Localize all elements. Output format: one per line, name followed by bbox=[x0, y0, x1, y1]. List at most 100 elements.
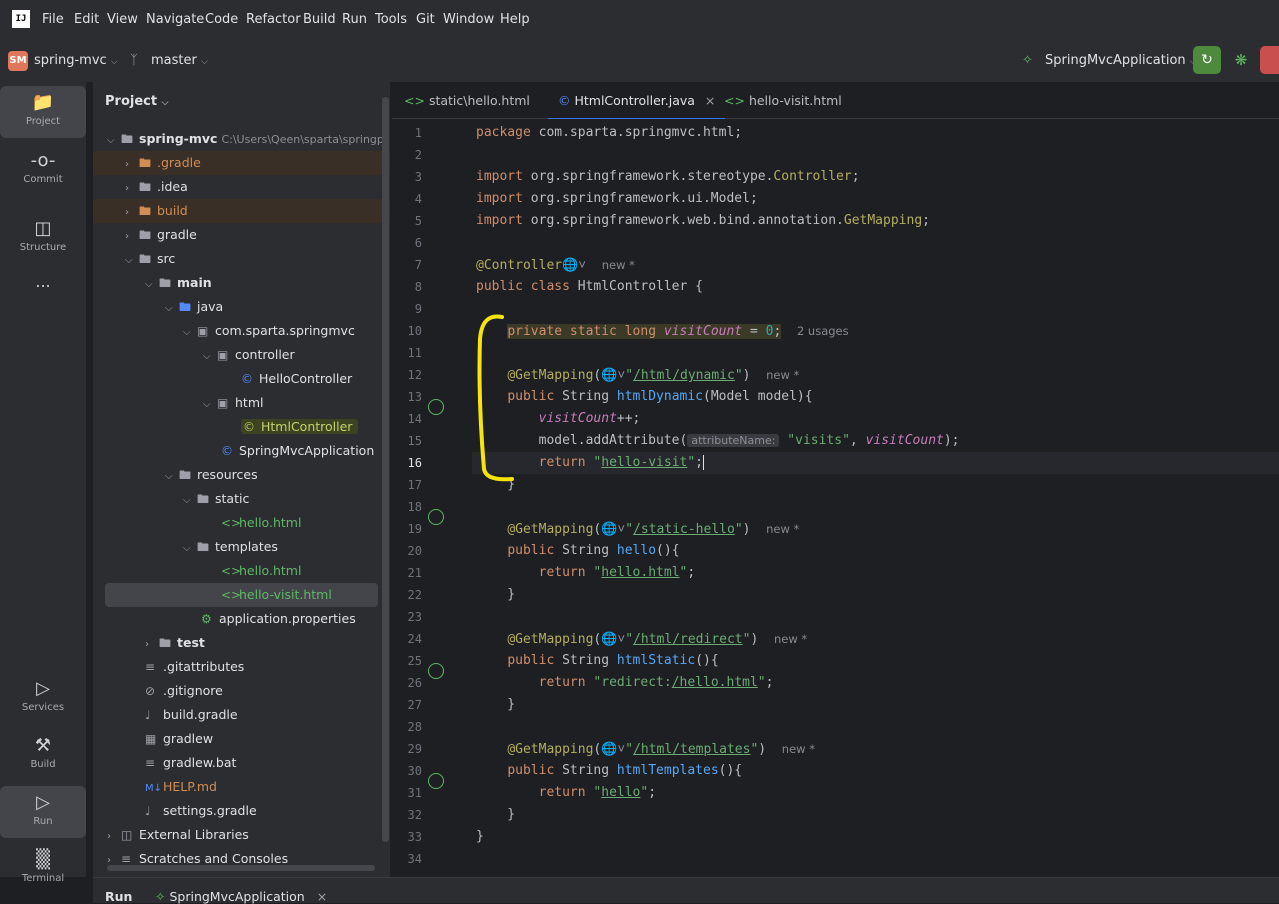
line-number[interactable]: 23 bbox=[392, 606, 422, 628]
tree-item-gitignore[interactable]: ⊘ .gitignore bbox=[93, 679, 390, 703]
tree-item-external-libraries[interactable]: › ◫ External Libraries bbox=[93, 823, 390, 847]
code-editor[interactable]: package com.sparta.springmvc.html; impor… bbox=[472, 119, 1279, 877]
line-number[interactable]: 11 bbox=[392, 342, 422, 364]
request-mapping-gutter-icon[interactable] bbox=[428, 663, 444, 679]
request-mapping-gutter-icon[interactable] bbox=[428, 509, 444, 525]
tree-item-build[interactable]: › 🖿 build bbox=[93, 199, 390, 223]
line-number[interactable]: 27 bbox=[392, 694, 422, 716]
tree-item-help-md[interactable]: M↓HELP.md bbox=[93, 775, 390, 799]
tree-item-test[interactable]: › 🖿 test bbox=[93, 631, 390, 655]
menu-window[interactable]: Window bbox=[443, 12, 494, 27]
tree-item-hello-visit-html[interactable]: <>hello-visit.html bbox=[105, 583, 378, 607]
line-number[interactable]: 6 bbox=[392, 232, 422, 254]
line-number[interactable]: 22 bbox=[392, 584, 422, 606]
tree-item-html[interactable]: ⌵ ▣ html bbox=[93, 391, 390, 415]
line-number[interactable]: 32 bbox=[392, 804, 422, 826]
line-number[interactable]: 26 bbox=[392, 672, 422, 694]
tree-item-gradle-hidden[interactable]: › 🖿 .gradle bbox=[93, 151, 390, 175]
menu-refactor[interactable]: Refactor bbox=[246, 12, 301, 27]
line-number[interactable]: 29 bbox=[392, 738, 422, 760]
menu-navigate[interactable]: Navigate bbox=[146, 12, 204, 27]
debug-icon[interactable]: ❋ bbox=[1230, 49, 1252, 71]
tree-item-gradlew[interactable]: ▦ gradlew bbox=[93, 727, 390, 751]
line-number[interactable]: 8 bbox=[392, 276, 422, 298]
line-number[interactable]: 12 bbox=[392, 364, 422, 386]
menu-code[interactable]: Code bbox=[205, 12, 238, 27]
tree-item-java[interactable]: ⌵ 🖿 java bbox=[93, 295, 390, 319]
line-number[interactable]: 3 bbox=[392, 166, 422, 188]
tree-item-build-gradle[interactable]: ♩ build.gradle bbox=[93, 703, 390, 727]
tree-item-src[interactable]: ⌵ 🖿 src bbox=[93, 247, 390, 271]
tree-item-main[interactable]: ⌵ 🖿 main bbox=[93, 271, 390, 295]
line-number[interactable]: 17 bbox=[392, 474, 422, 496]
tab-htmlcontroller-java[interactable]: © HtmlController.java × bbox=[548, 82, 726, 120]
tool-structure[interactable]: ◫ Structure bbox=[0, 218, 86, 253]
tree-item-gradlew-bat[interactable]: ≡ gradlew.bat bbox=[93, 751, 390, 775]
rerun-button[interactable]: ↻ bbox=[1193, 46, 1221, 74]
tool-build[interactable]: ⚒ Build bbox=[0, 735, 86, 770]
tool-project[interactable]: 📁 Project bbox=[0, 86, 86, 138]
tree-item-static-hello-html[interactable]: <>hello.html bbox=[93, 511, 390, 535]
tree-item-gitattributes[interactable]: ≡ .gitattributes bbox=[93, 655, 390, 679]
tool-terminal[interactable]: ▒ Terminal bbox=[0, 849, 86, 884]
line-number[interactable]: 14 bbox=[392, 408, 422, 430]
tree-item-resources[interactable]: ⌵ 🖿 resources bbox=[93, 463, 390, 487]
line-number[interactable]: 20 bbox=[392, 540, 422, 562]
tree-item-settings-gradle[interactable]: ♩ settings.gradle bbox=[93, 799, 390, 823]
tree-item-templates[interactable]: ⌵ 🖿 templates bbox=[93, 535, 390, 559]
more-tools-button[interactable]: ... bbox=[0, 272, 86, 291]
tool-run[interactable]: ▷ Run bbox=[0, 786, 86, 838]
tree-item-idea[interactable]: › 🖿 .idea bbox=[93, 175, 390, 199]
project-selector[interactable]: spring-mvc ⌵ bbox=[34, 53, 118, 68]
app-logo-icon[interactable]: IJ bbox=[12, 10, 30, 28]
menu-build[interactable]: Build bbox=[303, 12, 336, 27]
tree-item-hellocontroller[interactable]: © HelloController bbox=[93, 367, 390, 391]
run-config-selector[interactable]: SpringMvcApplication ⌵ bbox=[1045, 53, 1197, 68]
branch-selector[interactable]: master ⌵ bbox=[151, 53, 208, 68]
tree-item-templates-hello-html[interactable]: <>hello.html bbox=[93, 559, 390, 583]
line-number[interactable]: 1 bbox=[392, 122, 422, 144]
project-horizontal-scrollbar[interactable] bbox=[107, 865, 375, 871]
tree-item-htmlcontroller[interactable]: © HtmlController bbox=[93, 415, 390, 439]
line-number[interactable]: 4 bbox=[392, 188, 422, 210]
project-panel-title[interactable]: Project ⌵ bbox=[105, 94, 168, 109]
tree-item-springmvcapplication[interactable]: © SpringMvcApplication bbox=[93, 439, 390, 463]
line-number[interactable]: 21 bbox=[392, 562, 422, 584]
tool-services[interactable]: ▷ Services bbox=[0, 678, 86, 713]
tab-hello-visit-html[interactable]: <> hello-visit.html bbox=[724, 82, 842, 118]
line-number[interactable]: 34 bbox=[392, 848, 422, 870]
line-number[interactable]: 31 bbox=[392, 782, 422, 804]
tab-static-hello-html[interactable]: <> static\hello.html bbox=[404, 82, 530, 118]
menu-git[interactable]: Git bbox=[416, 12, 435, 27]
line-number[interactable]: 33 bbox=[392, 826, 422, 848]
tree-item-application-properties[interactable]: ⚙ application.properties bbox=[93, 607, 390, 631]
tree-item-spring-mvc[interactable]: ⌵ 🖿 spring-mvc C:\Users\Qeen\sparta\spring… bbox=[93, 127, 390, 151]
menu-view[interactable]: View bbox=[107, 12, 138, 27]
line-number[interactable]: 5 bbox=[392, 210, 422, 232]
stop-button[interactable] bbox=[1260, 46, 1279, 74]
project-badge[interactable]: SM bbox=[8, 51, 28, 71]
tree-item-static[interactable]: ⌵ 🖿 static bbox=[93, 487, 390, 511]
line-number[interactable]: 18 bbox=[392, 496, 422, 518]
project-vertical-scrollbar[interactable] bbox=[382, 97, 389, 842]
line-number[interactable]: 19 bbox=[392, 518, 422, 540]
tree-item-gradle[interactable]: › 🖿 gradle bbox=[93, 223, 390, 247]
menu-edit[interactable]: Edit bbox=[74, 12, 99, 27]
spring-bean-gutter-icon[interactable] bbox=[428, 399, 444, 415]
tree-item-controller[interactable]: ⌵ ▣ controller bbox=[93, 343, 390, 367]
menu-file[interactable]: File bbox=[42, 12, 64, 27]
line-number[interactable]: 24 bbox=[392, 628, 422, 650]
line-number[interactable]: 15 bbox=[392, 430, 422, 452]
line-number[interactable]: 25 bbox=[392, 650, 422, 672]
usages-hint[interactable]: 2 usages bbox=[797, 324, 849, 338]
line-number[interactable]: 30 bbox=[392, 760, 422, 782]
menu-run[interactable]: Run bbox=[342, 12, 367, 27]
tool-commit[interactable]: -o- Commit bbox=[0, 150, 86, 185]
menu-tools[interactable]: Tools bbox=[375, 12, 407, 27]
menu-help[interactable]: Help bbox=[500, 12, 530, 27]
tree-item-package[interactable]: ⌵ ▣ com.sparta.springmvc bbox=[93, 319, 390, 343]
line-number[interactable]: 2 bbox=[392, 144, 422, 166]
line-number[interactable]: 9 bbox=[392, 298, 422, 320]
line-number[interactable]: 13 bbox=[392, 386, 422, 408]
close-icon[interactable]: × bbox=[705, 93, 715, 108]
